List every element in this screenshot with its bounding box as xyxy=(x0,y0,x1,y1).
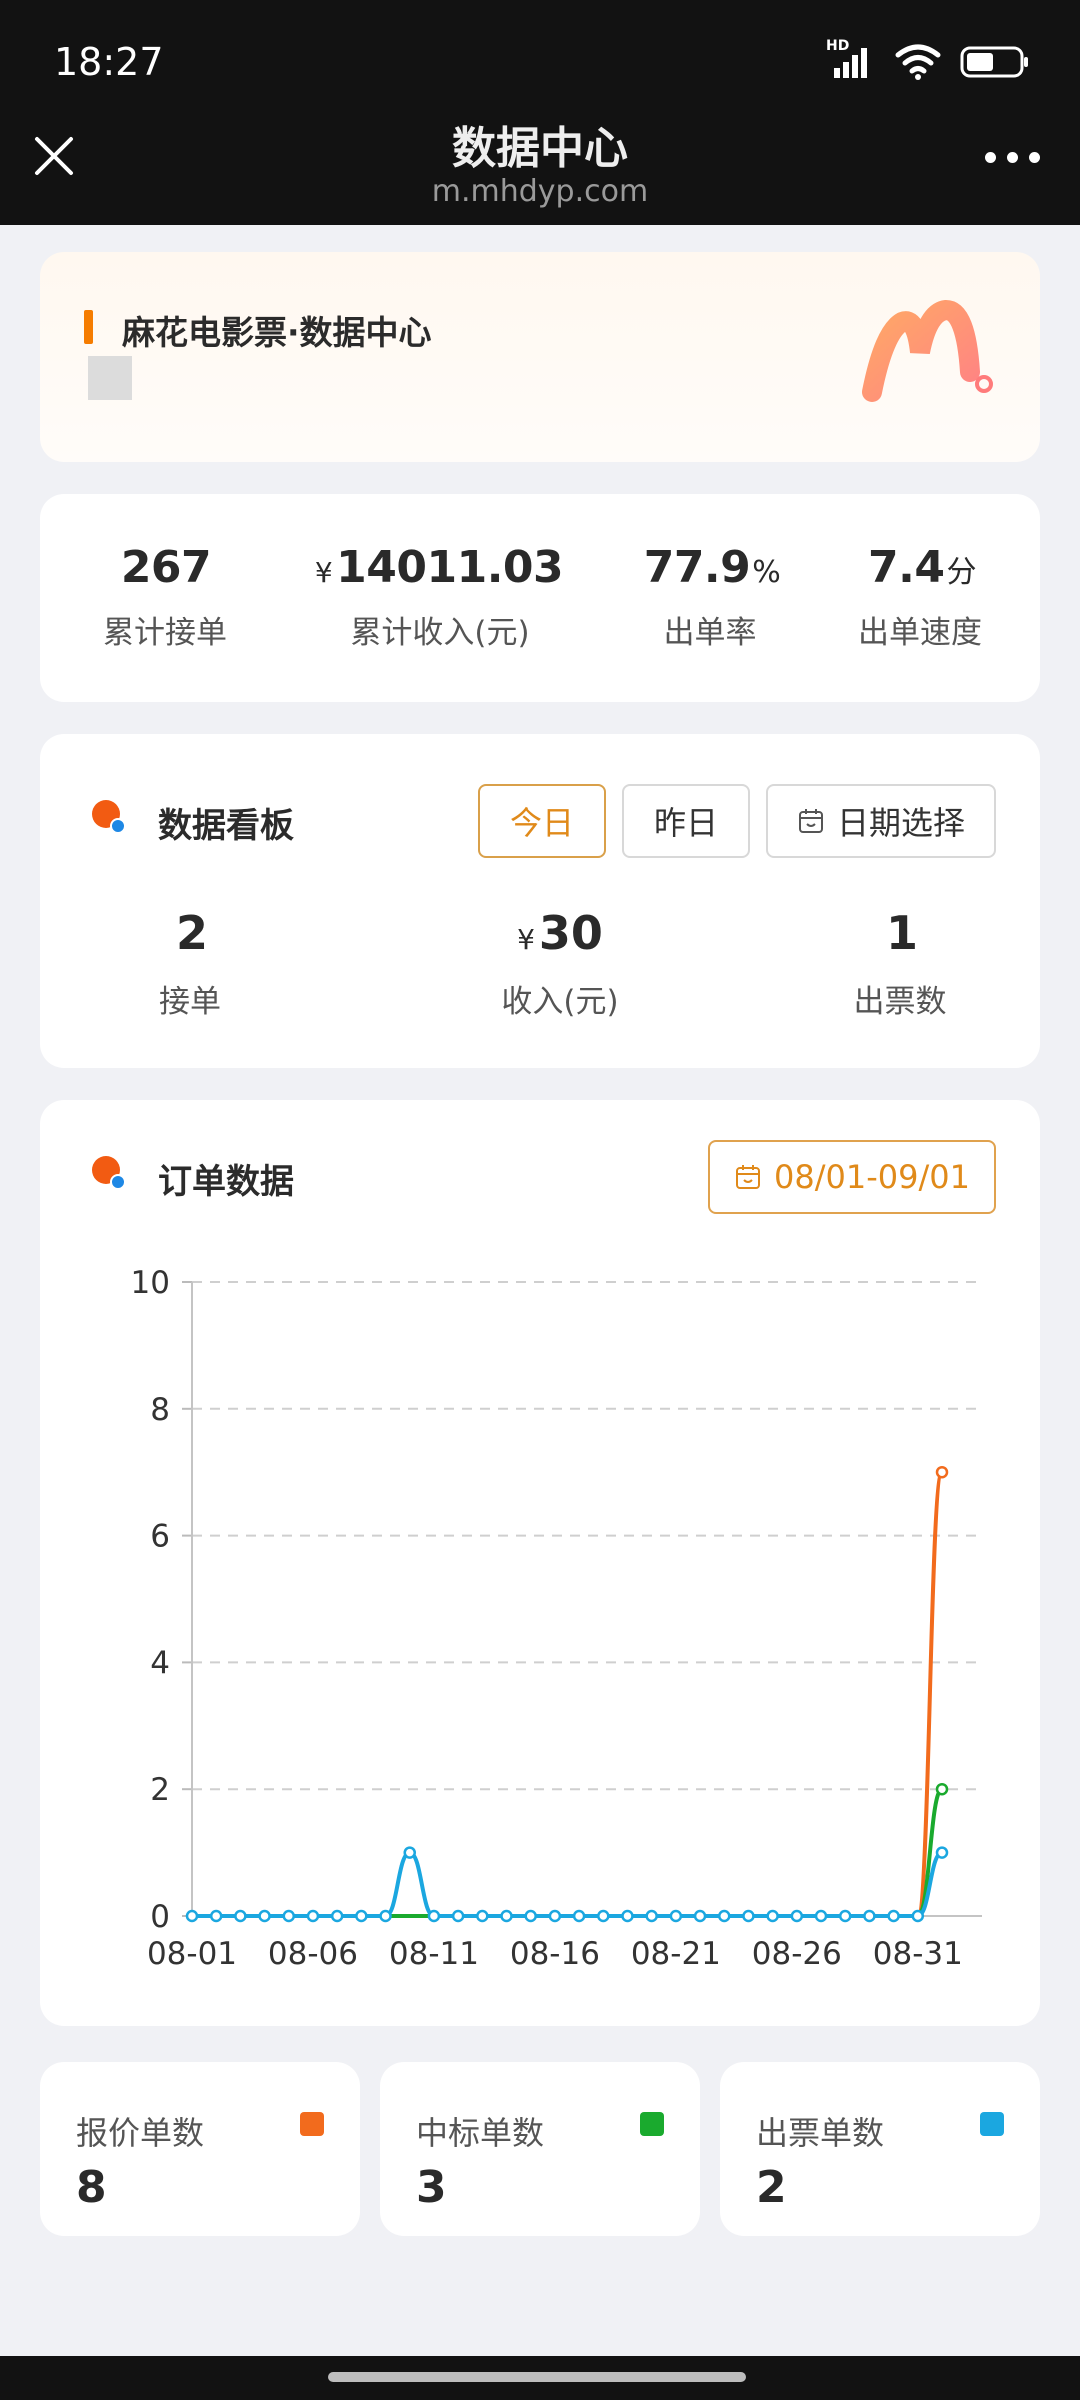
x-tick-label: 08-06 xyxy=(268,1936,358,1972)
signal-icon: HD xyxy=(826,38,876,80)
more-icon[interactable] xyxy=(985,152,1040,163)
data-point xyxy=(935,1846,949,1859)
series-line-1 xyxy=(192,1787,944,1918)
data-point xyxy=(935,1782,949,1796)
home-indicator[interactable] xyxy=(328,2372,746,2382)
data-point xyxy=(669,1909,683,1923)
mini-value: 2 xyxy=(756,2162,787,2213)
stat-total-orders: 267 累计接单 xyxy=(103,542,227,651)
data-point xyxy=(451,1909,465,1923)
legend-swatch xyxy=(980,2112,1004,2136)
data-point xyxy=(524,1909,537,1923)
tab-yesterday[interactable]: 昨日 xyxy=(622,784,750,858)
data-point xyxy=(548,1909,562,1923)
data-point xyxy=(935,1465,949,1479)
stat-issue-speed: 7.4分 出单速度 xyxy=(858,542,982,651)
data-point xyxy=(814,1909,828,1923)
calendar-icon xyxy=(798,809,823,833)
data-point xyxy=(645,1909,658,1923)
mini-label: 中标单数 xyxy=(416,2114,545,2152)
data-point xyxy=(863,1909,876,1923)
y-tick-label: 4 xyxy=(150,1645,170,1681)
data-board-card: 数据看板 今日 昨日 日期选择 2 接单 ¥30 收入(元) 1 出票数 xyxy=(40,734,1040,1068)
summary-stats-card: 267 累计接单 ¥14011.03 累计收入(元) 77.9% 出单率 7.4… xyxy=(40,494,1040,702)
board-stat-tickets: 1 出票数 xyxy=(853,906,947,1020)
x-tick-label: 08-21 xyxy=(631,1936,721,1972)
data-point xyxy=(887,1909,900,1923)
x-tick-label: 08-26 xyxy=(752,1936,842,1972)
data-point xyxy=(597,1909,610,1923)
status-time: 18:27 xyxy=(54,40,164,84)
data-point xyxy=(572,1909,586,1923)
legend-swatch xyxy=(300,2112,324,2136)
board-stat-orders: 2 接单 xyxy=(159,906,221,1020)
data-point xyxy=(742,1909,755,1923)
board-title: 数据看板 xyxy=(158,806,294,846)
data-point xyxy=(427,1909,441,1923)
win-count-card: 中标单数 3 xyxy=(380,2062,700,2236)
mini-label: 报价单数 xyxy=(76,2114,205,2152)
data-point xyxy=(838,1909,852,1923)
page-title: 数据中心 xyxy=(452,123,628,174)
brand-logo-icon xyxy=(862,299,993,402)
series-line-2 xyxy=(192,1850,943,1918)
ticket-count-card: 出票单数 2 xyxy=(720,2062,1040,2236)
data-point xyxy=(355,1909,368,1923)
data-point xyxy=(911,1909,925,1923)
data-point xyxy=(693,1909,707,1923)
dots-icon xyxy=(88,796,128,836)
quote-count-card: 报价单数 8 xyxy=(40,2062,360,2236)
hd-badge: HD xyxy=(826,38,850,54)
y-tick-label: 0 xyxy=(150,1899,170,1935)
mini-value: 3 xyxy=(416,2162,447,2213)
x-tick-label: 08-01 xyxy=(147,1936,237,1972)
series-line-0 xyxy=(192,1470,944,1918)
mini-label: 出票单数 xyxy=(756,2114,885,2152)
title-accent-bar xyxy=(84,310,93,344)
order-line-chart: 0 2 4 6 8 10 08-01 08-06 08-11 08-16 08-21 08-26 08-… xyxy=(131,1265,982,1972)
y-tick-label: 6 xyxy=(150,1519,170,1555)
y-tick-label: 10 xyxy=(131,1265,170,1301)
date-select-button[interactable]: 日期选择 xyxy=(766,784,996,858)
data-point xyxy=(209,1909,223,1923)
tab-today[interactable]: 今日 xyxy=(478,784,606,858)
y-tick-label: 2 xyxy=(150,1772,170,1808)
data-point xyxy=(258,1909,271,1923)
x-tick-label: 08-31 xyxy=(873,1936,963,1972)
x-tick-label: 08-16 xyxy=(510,1936,600,1972)
data-point xyxy=(403,1846,416,1859)
data-point xyxy=(621,1909,634,1923)
stat-issue-rate: 77.9% 出单率 xyxy=(643,542,781,651)
data-point xyxy=(379,1909,392,1923)
wifi-icon xyxy=(895,44,941,80)
data-point xyxy=(500,1909,513,1923)
data-point xyxy=(306,1909,320,1923)
x-tick-label: 08-11 xyxy=(389,1936,479,1972)
data-point xyxy=(330,1909,344,1923)
brand-banner: 麻花电影票·数据中心 xyxy=(40,252,1040,462)
battery-icon xyxy=(960,46,1028,78)
data-point xyxy=(790,1909,804,1923)
mini-value: 8 xyxy=(76,2162,107,2213)
page-url: m.mhdyp.com xyxy=(431,174,649,209)
data-point xyxy=(476,1909,489,1923)
order-data-card: 订单数据 08/01-09/01 0 2 4 6 8 10 08-01 08-06 08-11 0… xyxy=(40,1100,1040,2026)
data-point xyxy=(185,1909,199,1923)
stat-total-income: ¥14011.03 累计收入(元) xyxy=(314,542,564,651)
data-point xyxy=(766,1909,779,1923)
data-point xyxy=(282,1909,296,1923)
legend-swatch xyxy=(640,2112,664,2136)
avatar xyxy=(88,356,132,400)
banner-title: 麻花电影票·数据中心 xyxy=(122,313,432,352)
data-point xyxy=(718,1909,731,1923)
top-bar: 18:27 HD 数据中心 m.mhdyp.com xyxy=(0,0,1080,225)
status-icons: HD xyxy=(826,38,1030,84)
y-tick-label: 8 xyxy=(150,1392,170,1428)
data-point xyxy=(234,1909,247,1923)
board-stat-income: ¥30 收入(元) xyxy=(501,906,619,1020)
